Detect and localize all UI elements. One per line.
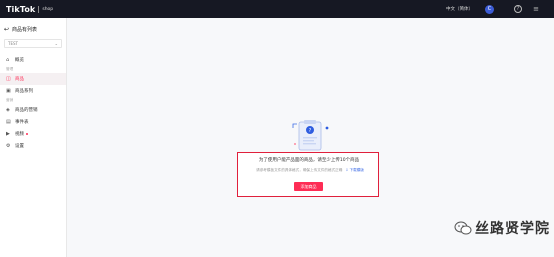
sidebar: ↩ 商品有列表 TEST ⌄ ⌂ 概览 管理 ◫ 商品 ▣ 商品系列 营销 ◈ … [0, 18, 67, 257]
empty-state-panel: 为了使用户能产品面的商品，请至少上传10个商品 请参考模板文件的具体格式，确保上… [237, 152, 379, 197]
brand-subtitle: shop [42, 6, 54, 12]
sidebar-item-collections[interactable]: ▣ 商品系列 [0, 85, 66, 97]
svg-text:?: ? [309, 128, 312, 134]
sidebar-item-video[interactable]: ▶ 视频 [0, 128, 66, 140]
empty-state-title: 为了使用户能产品面的商品，请至少上传10个商品 [258, 158, 360, 163]
sidebar-item-products[interactable]: ◫ 商品 [0, 73, 66, 85]
sidebar-item-label: 设置 [15, 144, 24, 149]
question-icon[interactable]: ? [514, 5, 522, 13]
top-right-controls: 中文（简体） C ? ≡ [446, 0, 540, 18]
avatar[interactable]: C [485, 4, 494, 14]
wechat-logo-icon [454, 221, 472, 235]
video-icon: ▶ [6, 131, 10, 137]
sidebar-title: 商品有列表 [12, 26, 38, 33]
download-template-label: 下载模版 [349, 168, 364, 172]
shop-select[interactable]: TEST ⌄ [4, 39, 62, 48]
sidebar-item-label: 商品系列 [15, 89, 33, 94]
list-icon: ▤ [6, 119, 11, 125]
gear-icon: ⚙ [6, 143, 11, 149]
new-badge-dot [26, 133, 28, 135]
sidebar-group-manage: 管理 [6, 67, 14, 71]
sidebar-item-settings[interactable]: ⚙ 设置 [0, 140, 66, 152]
sidebar-item-label: 事件表 [15, 120, 29, 125]
collection-icon: ▣ [6, 88, 11, 94]
sidebar-item-label: 视频 [15, 132, 24, 137]
brand-divider [38, 5, 40, 13]
shop-select-value: TEST [8, 41, 18, 46]
sidebar-item-label: 商品的营销 [15, 108, 38, 113]
back-arrow-icon[interactable]: ↩ [4, 26, 9, 33]
watermark: 丝路贤学院 [454, 218, 550, 238]
empty-state-desc-text: 请参考模板文件的具体格式，确保上传文件的格式正确 [256, 168, 343, 172]
empty-clipboard-illustration: ? [292, 120, 329, 151]
menu-icon[interactable]: ≡ [532, 5, 540, 13]
tag-icon: ◈ [6, 107, 10, 113]
home-icon: ⌂ [6, 57, 10, 63]
bag-icon: ◫ [6, 76, 11, 82]
sidebar-group-marketing: 营销 [6, 98, 14, 102]
brand[interactable]: TikTok shop [6, 5, 53, 14]
sidebar-item-overview[interactable]: ⌂ 概览 [0, 54, 66, 66]
sidebar-item-label: 概览 [15, 58, 24, 63]
sidebar-item-label: 商品 [15, 77, 24, 82]
sidebar-item-product-marketing[interactable]: ◈ 商品的营销 [0, 104, 66, 116]
download-template-link[interactable]: ⇩ 下载模版 [345, 168, 364, 173]
watermark-text: 丝路贤学院 [475, 221, 550, 237]
chevron-down-icon: ⌄ [54, 41, 58, 46]
sidebar-item-events[interactable]: ▤ 事件表 [0, 116, 66, 128]
sidebar-header[interactable]: ↩ 商品有列表 [0, 22, 66, 36]
brand-logo: TikTok [6, 4, 36, 14]
add-product-button[interactable]: 添加商品 [294, 182, 323, 191]
empty-state-description: 请参考模板文件的具体格式，确保上传文件的格式正确 ⇩ 下载模版 [244, 168, 376, 173]
top-bar: TikTok shop 中文（简体） C ? ≡ [0, 0, 554, 18]
language-switcher[interactable]: 中文（简体） [446, 6, 473, 12]
